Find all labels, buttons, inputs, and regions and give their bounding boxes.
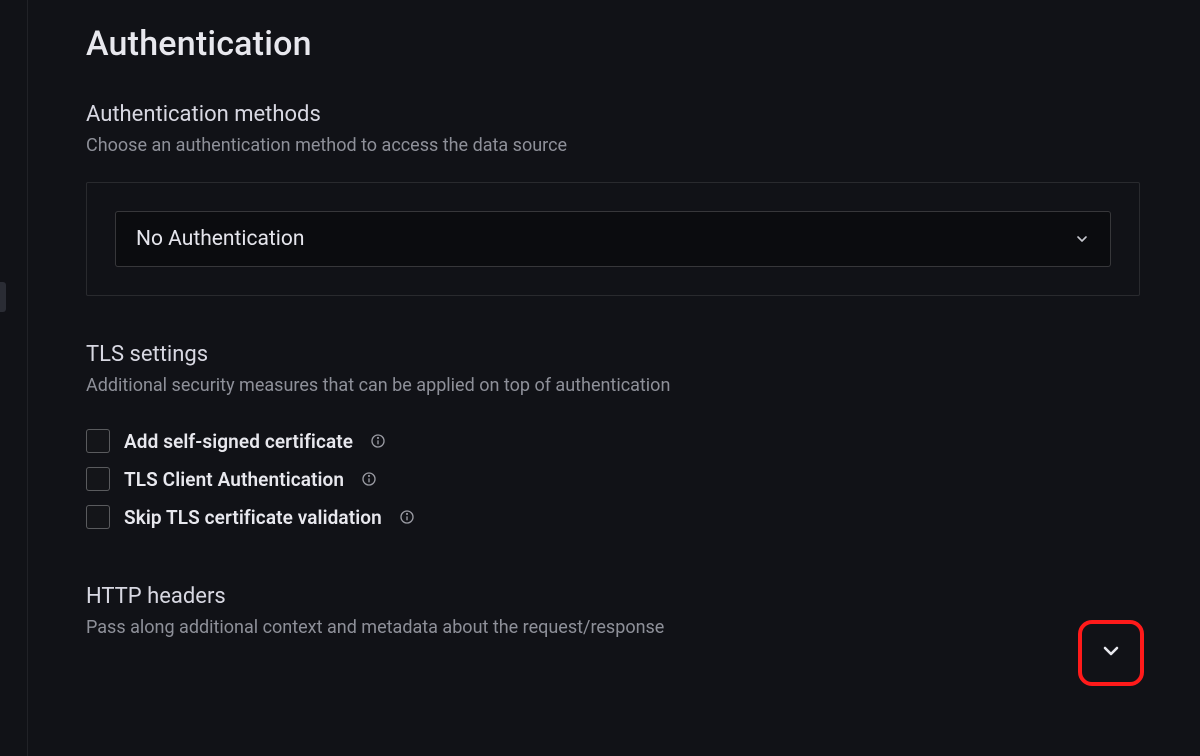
info-icon[interactable] bbox=[369, 432, 387, 450]
chevron-down-icon bbox=[1099, 639, 1123, 667]
tls-option-client-auth: TLS Client Authentication bbox=[86, 460, 1140, 498]
auth-method-select[interactable]: No Authentication bbox=[115, 211, 1111, 267]
checkbox-client-auth[interactable] bbox=[86, 467, 110, 491]
tls-option-label: Skip TLS certificate validation bbox=[124, 506, 382, 529]
checkbox-skip-validation[interactable] bbox=[86, 505, 110, 529]
http-headers-description: Pass along additional context and metada… bbox=[86, 615, 1140, 640]
tls-title: TLS settings bbox=[86, 342, 1140, 367]
http-headers-block: HTTP headers Pass along additional conte… bbox=[86, 584, 1140, 640]
auth-methods-title: Authentication methods bbox=[86, 102, 1140, 127]
tls-description: Additional security measures that can be… bbox=[86, 373, 1140, 398]
authentication-section: Authentication Authentication methods Ch… bbox=[86, 24, 1140, 665]
auth-methods-description: Choose an authentication method to acces… bbox=[86, 133, 1140, 158]
tls-option-skip-validation: Skip TLS certificate validation bbox=[86, 498, 1140, 536]
tls-settings-block: TLS settings Additional security measure… bbox=[86, 342, 1140, 536]
tls-option-self-signed: Add self-signed certificate bbox=[86, 422, 1140, 460]
checkbox-self-signed[interactable] bbox=[86, 429, 110, 453]
info-icon[interactable] bbox=[398, 508, 416, 526]
chevron-down-icon bbox=[1074, 231, 1090, 247]
auth-method-selected-value: No Authentication bbox=[136, 227, 304, 251]
left-rail bbox=[0, 0, 28, 756]
auth-method-select-container: No Authentication bbox=[86, 182, 1140, 296]
tls-option-label: Add self-signed certificate bbox=[124, 430, 353, 453]
http-headers-expand-button[interactable] bbox=[1078, 620, 1144, 686]
section-title: Authentication bbox=[86, 24, 1140, 64]
left-rail-handle[interactable] bbox=[0, 282, 6, 312]
tls-option-label: TLS Client Authentication bbox=[124, 468, 344, 491]
http-headers-title: HTTP headers bbox=[86, 584, 1140, 609]
info-icon[interactable] bbox=[360, 470, 378, 488]
